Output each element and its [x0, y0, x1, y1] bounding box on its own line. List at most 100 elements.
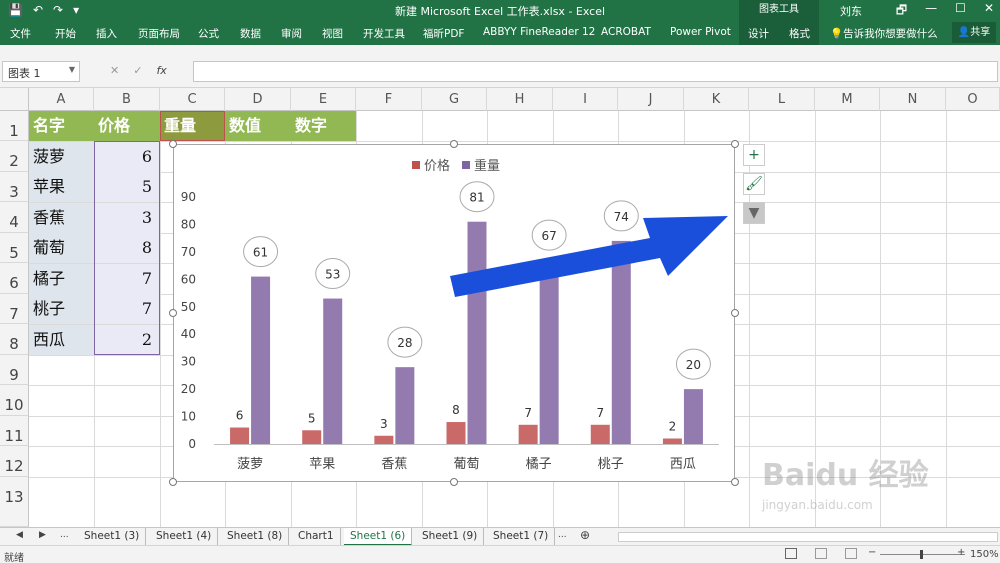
maximize-icon[interactable]: ☐	[955, 1, 966, 22]
column-header[interactable]: B	[94, 88, 160, 111]
row-header[interactable]: 6	[0, 263, 29, 294]
column-header[interactable]: O	[946, 88, 1000, 111]
row-header[interactable]: 9	[0, 355, 29, 385]
price-cell[interactable]: 3	[94, 203, 160, 233]
sheet-tab[interactable]: Sheet1 (3)	[78, 528, 147, 546]
tab-foxit-pdf[interactable]: 福昕PDF	[423, 26, 464, 41]
row-header[interactable]: 7	[0, 294, 29, 324]
tab-power-pivot[interactable]: Power Pivot	[670, 26, 731, 38]
name-cell[interactable]: 葡萄	[29, 233, 94, 263]
close-icon[interactable]: ✕	[984, 1, 994, 22]
sheet-tab[interactable]: Sheet1 (4)	[150, 528, 219, 546]
column-header[interactable]: M	[815, 88, 880, 111]
header-cell-name[interactable]: 名字	[29, 111, 94, 141]
chart-filters-button[interactable]: ▼	[743, 202, 765, 224]
clustered-column-chart[interactable]: 0102030405060708090661菠萝553苹果328香蕉881葡萄7…	[174, 145, 736, 483]
tab-home[interactable]: 开始	[55, 26, 76, 41]
resize-handle[interactable]	[169, 140, 177, 148]
user-name[interactable]: 刘东	[840, 3, 862, 19]
resize-handle[interactable]	[450, 478, 458, 486]
tab-page-layout[interactable]: 页面布局	[138, 26, 180, 41]
name-cell[interactable]: 桃子	[29, 294, 94, 324]
column-header[interactable]: A	[29, 88, 94, 111]
sheet-tab-active[interactable]: Sheet1 (6)	[344, 528, 413, 546]
cancel-icon[interactable]: ✕	[110, 64, 119, 77]
column-header[interactable]: E	[291, 88, 356, 111]
column-header[interactable]: J	[618, 88, 684, 111]
share-button[interactable]: 👤共享	[952, 22, 996, 43]
chart-styles-button[interactable]: 🖌	[743, 173, 765, 195]
tab-acrobat[interactable]: ACROBAT	[601, 26, 651, 38]
row-header[interactable]: 3	[0, 172, 29, 202]
tab-data[interactable]: 数据	[240, 26, 261, 41]
resize-handle[interactable]	[731, 309, 739, 317]
sheet-tab[interactable]: Chart1	[292, 528, 341, 546]
row-header[interactable]: 8	[0, 324, 29, 355]
tab-view[interactable]: 视图	[322, 26, 343, 41]
next-sheet-icon[interactable]: ▶	[39, 530, 46, 540]
header-cell-value[interactable]: 数值	[225, 111, 291, 141]
more-sheets-right[interactable]: ...	[558, 530, 567, 540]
row-header[interactable]: 11	[0, 416, 29, 446]
price-cell[interactable]: 7	[94, 294, 160, 324]
row-header[interactable]: 10	[0, 385, 29, 416]
name-cell[interactable]: 橘子	[29, 264, 94, 294]
resize-handle[interactable]	[731, 478, 739, 486]
name-box[interactable]: 图表 1 ▼	[2, 61, 80, 82]
page-layout-view-icon[interactable]	[815, 548, 827, 559]
horizontal-scrollbar[interactable]	[618, 532, 998, 542]
chevron-down-icon[interactable]: ▼	[69, 65, 75, 74]
tab-abbyy[interactable]: ABBYY FineReader 12	[483, 26, 595, 38]
zoom-slider-thumb[interactable]	[920, 550, 923, 559]
column-header[interactable]: I	[553, 88, 618, 111]
insert-function-icon[interactable]: fx	[156, 64, 166, 77]
price-cell[interactable]: 8	[94, 233, 160, 263]
price-cell[interactable]: 7	[94, 264, 160, 294]
tab-format[interactable]: 格式	[789, 26, 810, 41]
zoom-level[interactable]: 150%	[970, 549, 999, 560]
row-header[interactable]: 5	[0, 233, 29, 263]
header-cell-number[interactable]: 数字	[291, 111, 356, 141]
tab-review[interactable]: 审阅	[281, 26, 302, 41]
resize-handle[interactable]	[450, 140, 458, 148]
price-cell[interactable]: 2	[94, 325, 160, 355]
tab-developer[interactable]: 开发工具	[363, 26, 405, 41]
tab-insert[interactable]: 插入	[96, 26, 117, 41]
column-header[interactable]: F	[356, 88, 422, 111]
column-header[interactable]: L	[749, 88, 815, 111]
chart-elements-button[interactable]: +	[743, 144, 765, 166]
tell-me-search[interactable]: 💡告诉我你想要做什么	[830, 26, 938, 41]
header-cell-price[interactable]: 价格	[94, 111, 160, 141]
zoom-in-icon[interactable]: +	[957, 547, 965, 558]
column-header[interactable]: K	[684, 88, 749, 111]
chart-object[interactable]: 0 10 20 30 40 50 60 70 80 90 6 61 菠萝 5 53 苹果 3 28 香蕉 8 81 葡萄 7…	[173, 144, 735, 482]
name-cell[interactable]: 苹果	[29, 172, 94, 202]
sheet-tab[interactable]: Sheet1 (8)	[221, 528, 290, 546]
row-header[interactable]: 4	[0, 202, 29, 233]
normal-view-icon[interactable]	[785, 548, 797, 559]
page-break-view-icon[interactable]	[845, 548, 857, 559]
zoom-out-icon[interactable]: −	[868, 547, 876, 558]
formula-input[interactable]	[193, 61, 998, 82]
tab-formulas[interactable]: 公式	[198, 26, 219, 41]
header-cell-weight[interactable]: 重量	[160, 111, 225, 141]
resize-handle[interactable]	[169, 309, 177, 317]
select-all-corner[interactable]	[0, 88, 29, 111]
tab-file[interactable]: 文件	[10, 26, 31, 41]
minimize-icon[interactable]: —	[925, 1, 937, 22]
ribbon-display-icon[interactable]: 🗗	[896, 1, 907, 22]
column-header[interactable]: G	[422, 88, 487, 111]
name-cell[interactable]: 香蕉	[29, 203, 94, 233]
column-header[interactable]: H	[487, 88, 553, 111]
price-cell[interactable]: 5	[94, 172, 160, 202]
sheet-tab[interactable]: Sheet1 (7)	[487, 528, 556, 546]
name-cell[interactable]: 菠萝	[29, 142, 94, 172]
row-header[interactable]: 1	[0, 111, 29, 141]
row-header[interactable]: 12	[0, 446, 29, 477]
resize-handle[interactable]	[731, 140, 739, 148]
name-cell[interactable]: 西瓜	[29, 325, 94, 355]
more-sheets-left[interactable]: ...	[60, 530, 69, 540]
tab-design[interactable]: 设计	[748, 26, 769, 41]
enter-icon[interactable]: ✓	[133, 64, 142, 77]
price-cell[interactable]: 6	[94, 142, 160, 172]
